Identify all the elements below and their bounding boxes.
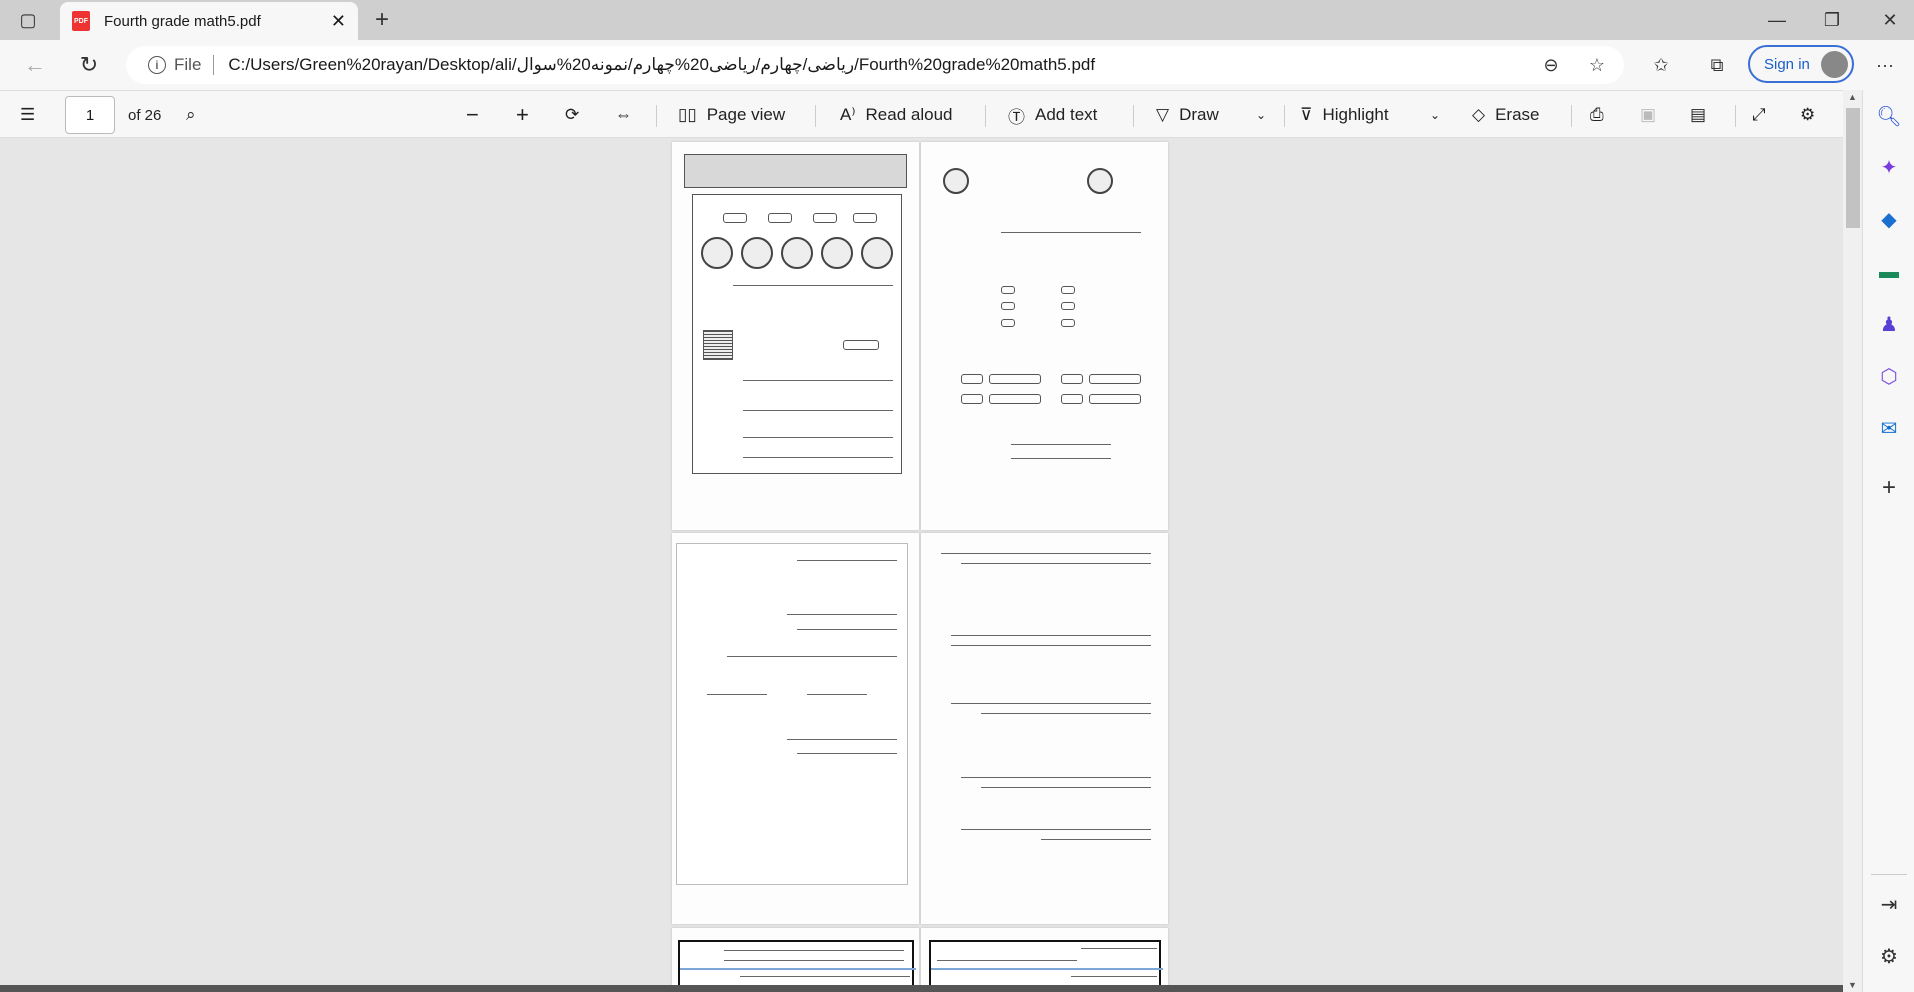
page-view-icon: ▯▯ bbox=[678, 105, 697, 124]
collections-icon[interactable]: ⧉ bbox=[1704, 52, 1730, 78]
divider bbox=[1284, 105, 1285, 127]
pdf-icon: PDF bbox=[72, 11, 90, 31]
eraser-icon: ◇ bbox=[1472, 105, 1486, 124]
page-header-image bbox=[684, 154, 907, 188]
pdf-page-6 bbox=[921, 928, 1168, 988]
address-bar[interactable]: i File C:/Users/Green%20rayan/Desktop/al… bbox=[126, 46, 1624, 84]
search-icon[interactable]: 🔍︎ bbox=[1875, 102, 1903, 130]
pdf-page-3 bbox=[672, 533, 919, 924]
close-tab-icon[interactable]: ✕ bbox=[331, 11, 346, 32]
horizontal-scrollbar[interactable] bbox=[0, 985, 1843, 992]
scroll-up-icon[interactable]: ▲ bbox=[1848, 92, 1857, 102]
avatar bbox=[1821, 51, 1848, 78]
page-count: of 26 bbox=[128, 106, 162, 124]
favorites-icon[interactable]: ✩ bbox=[1648, 52, 1674, 78]
add-icon[interactable]: + bbox=[1875, 474, 1903, 502]
pdf-page-2 bbox=[921, 142, 1168, 530]
read-aloud-icon: A⁾ bbox=[840, 105, 856, 124]
highlight-button[interactable]: ⊽ Highlight bbox=[1300, 91, 1389, 139]
add-text-button[interactable]: Ⓣ Add text bbox=[1008, 91, 1097, 139]
add-favorite-icon[interactable]: ☆ bbox=[1584, 52, 1610, 78]
divider bbox=[1571, 105, 1572, 127]
tab-actions-icon[interactable]: ▢ bbox=[16, 8, 40, 32]
pdf-page-5 bbox=[672, 928, 919, 988]
outlook-icon[interactable]: ✉ bbox=[1875, 414, 1903, 442]
highlight-label: Highlight bbox=[1322, 105, 1389, 124]
divider bbox=[1133, 105, 1134, 127]
hide-sidebar-icon[interactable]: ⇥ bbox=[1875, 890, 1903, 918]
page-number-input[interactable]: 1 bbox=[65, 96, 115, 134]
minimize-icon[interactable]: — bbox=[1765, 8, 1789, 32]
scroll-down-icon[interactable]: ▼ bbox=[1848, 980, 1857, 990]
read-aloud-button[interactable]: A⁾ Read aloud bbox=[840, 91, 952, 139]
divider bbox=[1735, 105, 1736, 127]
page-view-button[interactable]: ▯▯ Page view bbox=[678, 91, 785, 139]
contents-icon[interactable]: ☰ bbox=[20, 91, 35, 139]
divider bbox=[213, 55, 215, 75]
sign-in-button[interactable]: Sign in bbox=[1748, 45, 1854, 83]
fullscreen-icon[interactable]: ⤢ bbox=[1752, 91, 1766, 139]
save-as-icon[interactable]: ▤ bbox=[1690, 91, 1706, 139]
restore-icon[interactable]: ❐ bbox=[1820, 8, 1844, 32]
vertical-scrollbar[interactable]: ▲ ▼ bbox=[1843, 90, 1862, 992]
settings-icon[interactable]: ⚙ bbox=[1800, 91, 1815, 139]
fit-width-icon[interactable]: ⇔ bbox=[615, 91, 632, 139]
pdf-page-1 bbox=[672, 142, 919, 530]
toolbox-icon[interactable]: ▬ bbox=[1875, 258, 1903, 286]
draw-icon: ▽ bbox=[1156, 105, 1170, 124]
erase-label: Erase bbox=[1495, 105, 1540, 124]
divider bbox=[815, 105, 816, 127]
pdf-toolbar: ☰ 1 of 26 ⌕ − + ⟳ ⇔ ▯▯ Page view A⁾ Read a… bbox=[0, 90, 1843, 138]
microsoft-365-icon[interactable]: ⬡ bbox=[1875, 362, 1903, 390]
save-icon[interactable]: ▣ bbox=[1640, 91, 1656, 139]
address-row: ← ↻ i File C:/Users/Green%20rayan/Deskto… bbox=[0, 40, 1914, 90]
tab-active[interactable]: PDF Fourth grade math5.pdf ✕ bbox=[60, 2, 358, 40]
highlight-options-chevron-icon[interactable]: ⌄ bbox=[1430, 91, 1440, 139]
add-text-icon: Ⓣ bbox=[1008, 107, 1025, 127]
worksheet-scan bbox=[676, 543, 908, 885]
scrollbar-thumb[interactable] bbox=[1846, 108, 1860, 228]
close-window-icon[interactable]: ✕ bbox=[1878, 8, 1902, 32]
refresh-icon[interactable]: ↻ bbox=[76, 52, 102, 78]
zoom-icon[interactable]: ⊖ bbox=[1538, 52, 1564, 78]
search-icon[interactable]: ⌕ bbox=[186, 91, 196, 139]
rotate-icon[interactable]: ⟳ bbox=[565, 91, 579, 139]
info-icon[interactable]: i bbox=[148, 56, 166, 74]
new-tab-icon[interactable]: + bbox=[370, 6, 394, 33]
divider bbox=[656, 105, 657, 127]
tab-bar: ▢ PDF Fourth grade math5.pdf ✕ + — ❐ ✕ bbox=[0, 0, 1914, 40]
copilot-icon[interactable]: ✦ bbox=[1875, 153, 1903, 181]
games-icon[interactable]: ♟ bbox=[1875, 310, 1903, 338]
draw-label: Draw bbox=[1179, 105, 1219, 124]
page-view-label: Page view bbox=[706, 105, 786, 124]
divider bbox=[985, 105, 986, 127]
url-text: C:/Users/Green%20rayan/Desktop/ali/ریاضی… bbox=[228, 55, 1096, 74]
highlight-icon: ⊽ bbox=[1300, 105, 1313, 124]
read-aloud-label: Read aloud bbox=[865, 105, 953, 124]
worksheet-scan bbox=[692, 194, 902, 474]
scheme-label: File bbox=[174, 55, 202, 74]
print-icon[interactable]: ⎙ bbox=[1590, 91, 1604, 139]
draw-button[interactable]: ▽ Draw bbox=[1156, 91, 1219, 139]
shopping-tag-icon[interactable]: ◆ bbox=[1875, 205, 1903, 233]
draw-options-chevron-icon[interactable]: ⌄ bbox=[1256, 91, 1266, 139]
zoom-out-button[interactable]: − bbox=[466, 91, 479, 139]
edge-sidebar: 🔍︎ ✦ ◆ ▬ ♟ ⬡ ✉ + ⇥ ⚙ bbox=[1862, 90, 1914, 992]
add-text-label: Add text bbox=[1035, 105, 1098, 124]
zoom-in-button[interactable]: + bbox=[516, 91, 529, 139]
tab-title: Fourth grade math5.pdf bbox=[104, 12, 261, 30]
divider bbox=[1871, 874, 1907, 875]
sign-in-label: Sign in bbox=[1764, 55, 1810, 73]
back-icon[interactable]: ← bbox=[22, 52, 48, 78]
more-icon[interactable]: ··· bbox=[1872, 52, 1898, 78]
sidebar-settings-icon[interactable]: ⚙ bbox=[1875, 942, 1903, 970]
pdf-page-4 bbox=[921, 533, 1168, 924]
erase-button[interactable]: ◇ Erase bbox=[1472, 91, 1540, 139]
